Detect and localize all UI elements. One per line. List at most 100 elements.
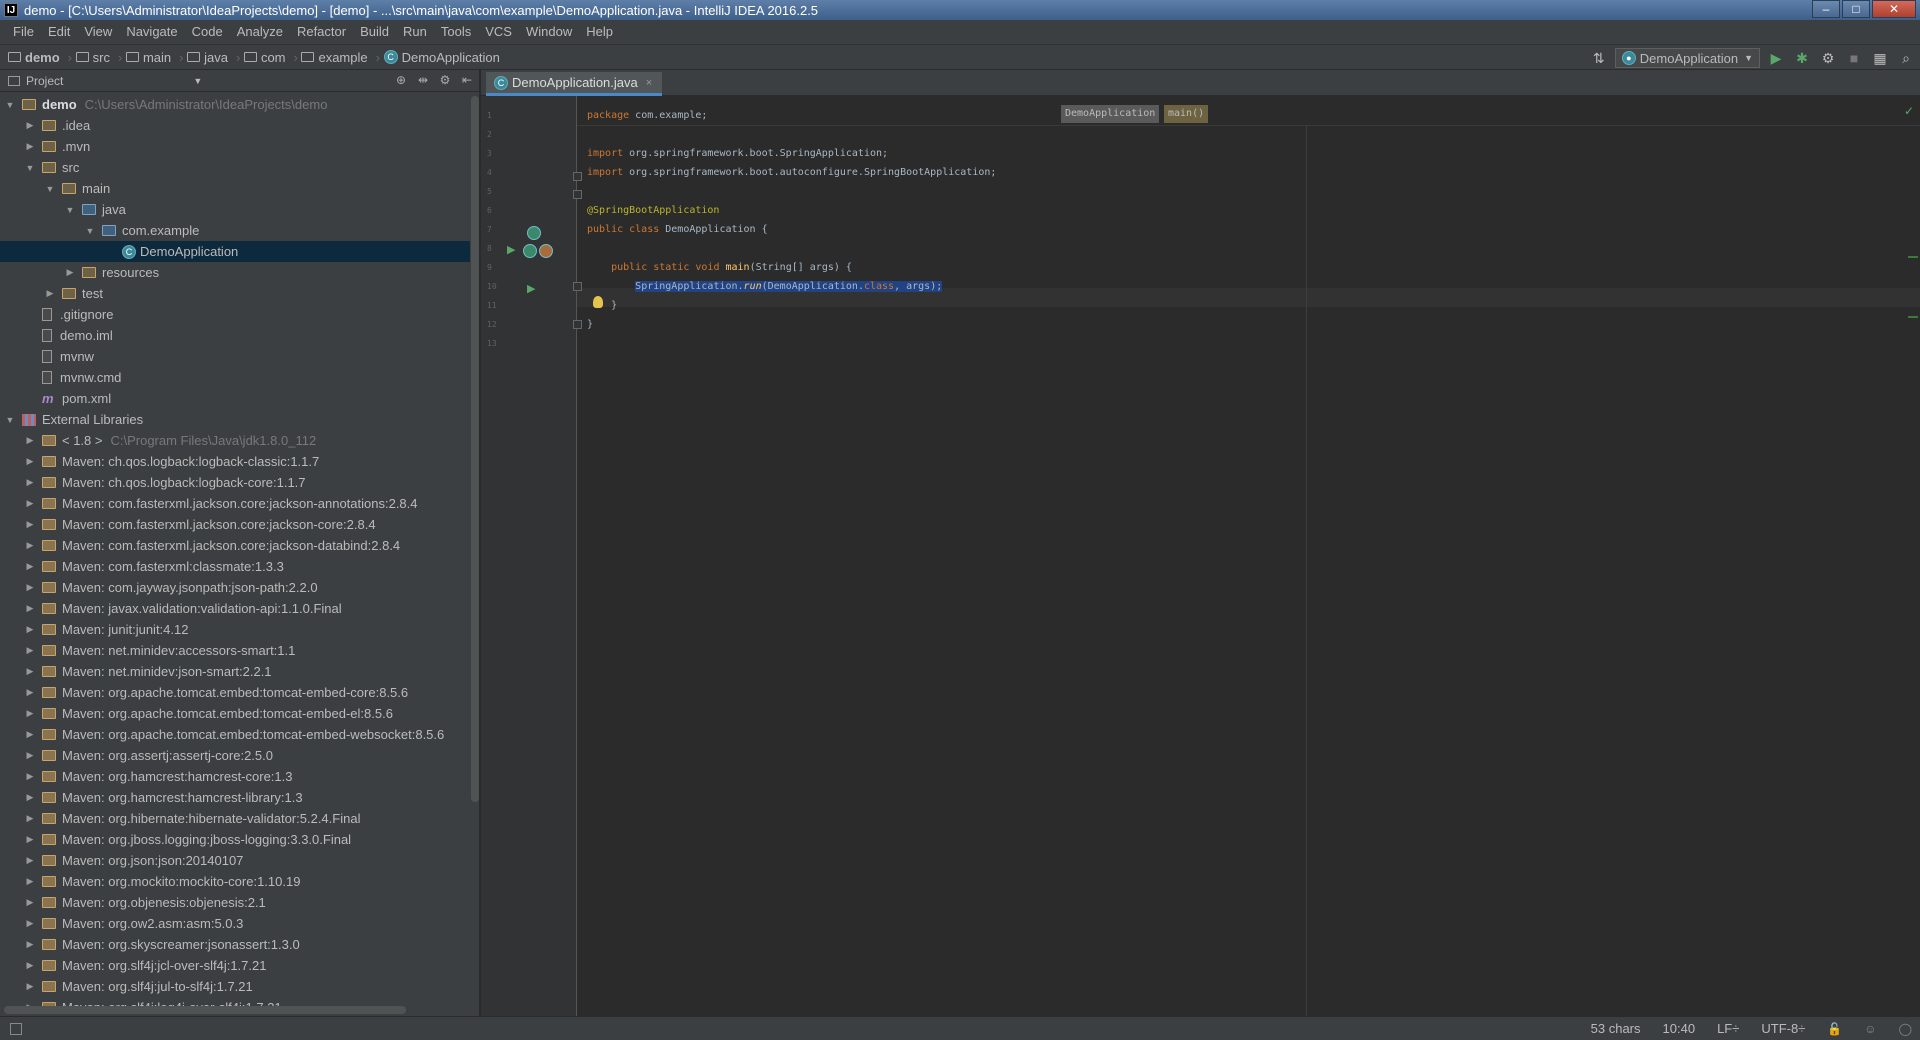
collapse-arrow-icon[interactable]: ▶ <box>44 288 56 299</box>
expand-arrow-icon[interactable]: ▼ <box>84 226 96 236</box>
menu-analyze[interactable]: Analyze <box>230 20 290 44</box>
collapse-arrow-icon[interactable]: ▶ <box>24 435 36 446</box>
tree-item[interactable]: ▶ Maven: org.apache.tomcat.embed:tomcat-e… <box>0 724 470 745</box>
menu-window[interactable]: Window <box>519 20 579 44</box>
collapse-arrow-icon[interactable]: ▶ <box>24 876 36 887</box>
tree-item[interactable]: ▼ main <box>0 178 470 199</box>
stop-icon[interactable]: ■ <box>1844 48 1864 68</box>
collapse-arrow-icon[interactable]: ▶ <box>24 771 36 782</box>
fold-icon[interactable] <box>573 190 582 199</box>
breadcrumb-demoapplication[interactable]: › C DemoApplication <box>372 50 500 65</box>
collapse-arrow-icon[interactable]: ▶ <box>24 813 36 824</box>
search-icon[interactable]: ⌕ <box>1896 48 1916 68</box>
tree-item[interactable]: ▼ External Libraries <box>0 409 470 430</box>
expand-arrow-icon[interactable]: ▼ <box>44 184 56 194</box>
menu-refactor[interactable]: Refactor <box>290 20 353 44</box>
tool-windows-icon[interactable] <box>10 1022 22 1035</box>
collapse-all-icon[interactable]: ⇹ <box>415 72 431 88</box>
hide-icon[interactable]: ⇤ <box>459 72 475 88</box>
tree-item[interactable]: ▶ Maven: net.minidev:accessors-smart:1.1 <box>0 640 470 661</box>
collapse-arrow-icon[interactable]: ▶ <box>24 141 36 152</box>
collapse-arrow-icon[interactable]: ▶ <box>24 666 36 677</box>
debug-icon[interactable]: ✱ <box>1792 48 1812 68</box>
tree-item[interactable]: ▶ Maven: org.json:json:20140107 <box>0 850 470 871</box>
run-gutter-icon[interactable]: ▶ <box>527 282 535 295</box>
run-icon[interactable]: ▶ <box>1766 48 1786 68</box>
menu-build[interactable]: Build <box>353 20 396 44</box>
tree-item[interactable]: ▶demo.iml <box>0 325 470 346</box>
tree-item[interactable]: ▶mpom.xml <box>0 388 470 409</box>
collapse-arrow-icon[interactable]: ▶ <box>24 645 36 656</box>
minimize-button[interactable]: – <box>1812 0 1840 18</box>
fold-icon[interactable] <box>573 282 582 291</box>
expand-arrow-icon[interactable]: ▼ <box>64 205 76 215</box>
tree-item[interactable]: ▶ Maven: ch.qos.logback:logback-classic:1… <box>0 451 470 472</box>
collapse-arrow-icon[interactable]: ▶ <box>24 120 36 131</box>
tree-item[interactable]: ▶ test <box>0 283 470 304</box>
tree-item[interactable]: ▶ .idea <box>0 115 470 136</box>
expand-arrow-icon[interactable]: ▼ <box>4 415 16 425</box>
breadcrumb-example[interactable]: › example <box>290 50 368 65</box>
tree-item[interactable]: ▶ Maven: org.objenesis:objenesis:2.1 <box>0 892 470 913</box>
tree-item[interactable]: ▶ Maven: org.hibernate:hibernate-validato… <box>0 808 470 829</box>
collapse-arrow-icon[interactable]: ▶ <box>24 708 36 719</box>
error-stripe-mark[interactable] <box>1908 256 1918 258</box>
expand-arrow-icon[interactable]: ▼ <box>24 163 36 173</box>
tree-item[interactable]: ▶ Maven: net.minidev:json-smart:2.2.1 <box>0 661 470 682</box>
breadcrumb-demo[interactable]: demo <box>8 50 60 65</box>
collapse-arrow-icon[interactable]: ▶ <box>24 939 36 950</box>
collapse-arrow-icon[interactable]: ▶ <box>24 855 36 866</box>
collapse-arrow-icon[interactable]: ▶ <box>24 498 36 509</box>
menu-run[interactable]: Run <box>396 20 434 44</box>
collapse-arrow-icon[interactable]: ▶ <box>64 267 76 278</box>
tree-item[interactable]: ▶ Maven: org.assertj:assertj-core:2.5.0 <box>0 745 470 766</box>
tree-item[interactable]: ▶ Maven: com.fasterxml.jackson.core:jacks… <box>0 535 470 556</box>
spring-bean-icon[interactable] <box>527 226 541 240</box>
caret-position[interactable]: 10:40 <box>1663 1021 1696 1036</box>
menu-help[interactable]: Help <box>579 20 620 44</box>
tree-item[interactable]: ▶ Maven: org.apache.tomcat.embed:tomcat-e… <box>0 703 470 724</box>
tree-item[interactable]: ▶CDemoApplication <box>0 241 470 262</box>
chevron-down-icon[interactable]: ▼ <box>193 76 202 86</box>
tree-item[interactable]: ▶ Maven: org.mockito:mockito-core:1.10.19 <box>0 871 470 892</box>
tree-item[interactable]: ▶ Maven: javax.validation:validation-api:… <box>0 598 470 619</box>
tree-item[interactable]: ▶mvnw.cmd <box>0 367 470 388</box>
horizontal-scrollbar[interactable] <box>4 1006 406 1014</box>
tree-item[interactable]: ▼ java <box>0 199 470 220</box>
collapse-arrow-icon[interactable]: ▶ <box>24 540 36 551</box>
menu-code[interactable]: Code <box>185 20 230 44</box>
spring-bean-icon[interactable] <box>523 244 537 258</box>
coverage-icon[interactable]: ⚙ <box>1818 48 1838 68</box>
collapse-arrow-icon[interactable]: ▶ <box>24 981 36 992</box>
fold-icon[interactable] <box>573 172 582 181</box>
collapse-arrow-icon[interactable]: ▶ <box>24 456 36 467</box>
breadcrumb-main[interactable]: › main <box>114 50 171 65</box>
run-configuration-dropdown[interactable]: ● DemoApplication ▼ <box>1614 48 1760 68</box>
vertical-scrollbar[interactable] <box>471 96 479 802</box>
collapse-arrow-icon[interactable]: ▶ <box>24 624 36 635</box>
menu-file[interactable]: File <box>6 20 41 44</box>
collapse-arrow-icon[interactable]: ▶ <box>24 750 36 761</box>
collapse-arrow-icon[interactable]: ▶ <box>24 960 36 971</box>
close-button[interactable]: ✕ <box>1872 0 1916 18</box>
collapse-arrow-icon[interactable]: ▶ <box>24 582 36 593</box>
tree-item[interactable]: ▶ resources <box>0 262 470 283</box>
line-separator[interactable]: LF÷ <box>1717 1021 1739 1036</box>
collapse-arrow-icon[interactable]: ▶ <box>24 834 36 845</box>
collapse-arrow-icon[interactable]: ▶ <box>24 519 36 530</box>
menu-vcs[interactable]: VCS <box>478 20 519 44</box>
collapse-arrow-icon[interactable]: ▶ <box>24 897 36 908</box>
tree-item[interactable]: ▶ Maven: org.jboss.logging:jboss-logging:… <box>0 829 470 850</box>
expand-arrow-icon[interactable]: ▼ <box>4 100 16 110</box>
collapse-arrow-icon[interactable]: ▶ <box>24 792 36 803</box>
collapse-arrow-icon[interactable]: ▶ <box>24 918 36 929</box>
tree-item[interactable]: ▶ Maven: ch.qos.logback:logback-core:1.1.… <box>0 472 470 493</box>
tree-item[interactable]: ▶.gitignore <box>0 304 470 325</box>
tree-item[interactable]: ▶ Maven: com.fasterxml:classmate:1.3.3 <box>0 556 470 577</box>
tree-item[interactable]: ▶ Maven: com.fasterxml.jackson.core:jacks… <box>0 493 470 514</box>
project-structure-icon[interactable]: ▦ <box>1870 48 1890 68</box>
tree-item[interactable]: ▶ Maven: junit:junit:4.12 <box>0 619 470 640</box>
tab-demoapplication-java[interactable]: C DemoApplication.java × <box>486 72 663 96</box>
tree-item[interactable]: ▶ Maven: org.slf4j:jul-to-slf4j:1.7.21 <box>0 976 470 997</box>
breadcrumb-method[interactable]: main() <box>1164 105 1209 123</box>
